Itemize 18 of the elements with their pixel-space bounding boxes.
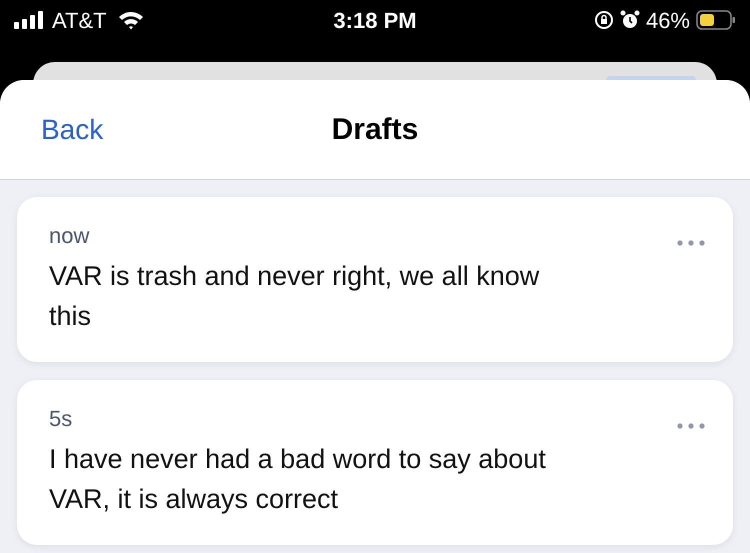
draft-card[interactable]: 5s I have never had a bad word to say about VAR, it is always correct xyxy=(17,380,733,545)
wifi-icon xyxy=(116,10,145,30)
more-icon[interactable] xyxy=(677,240,705,246)
screen-title: Drafts xyxy=(332,112,418,148)
draft-card[interactable]: now VAR is trash and never right, we all know this xyxy=(17,197,733,362)
draft-time: 5s xyxy=(49,405,72,433)
back-button[interactable]: Back xyxy=(41,108,104,150)
draft-text: I have never had a bad word to say about VAR, it is always correct xyxy=(49,443,547,516)
more-icon[interactable] xyxy=(677,422,705,428)
draft-text: VAR is trash and never right, we all know this xyxy=(49,260,540,333)
carrier-name: AT&T xyxy=(52,6,107,34)
battery-icon xyxy=(696,10,736,30)
battery-percent: 46% xyxy=(646,6,690,34)
clock-time: 3:18 PM xyxy=(333,6,417,34)
signal-icon xyxy=(14,11,46,29)
draft-time: now xyxy=(49,222,90,250)
alarm-icon xyxy=(620,10,640,30)
rotation-lock-icon xyxy=(594,10,614,30)
